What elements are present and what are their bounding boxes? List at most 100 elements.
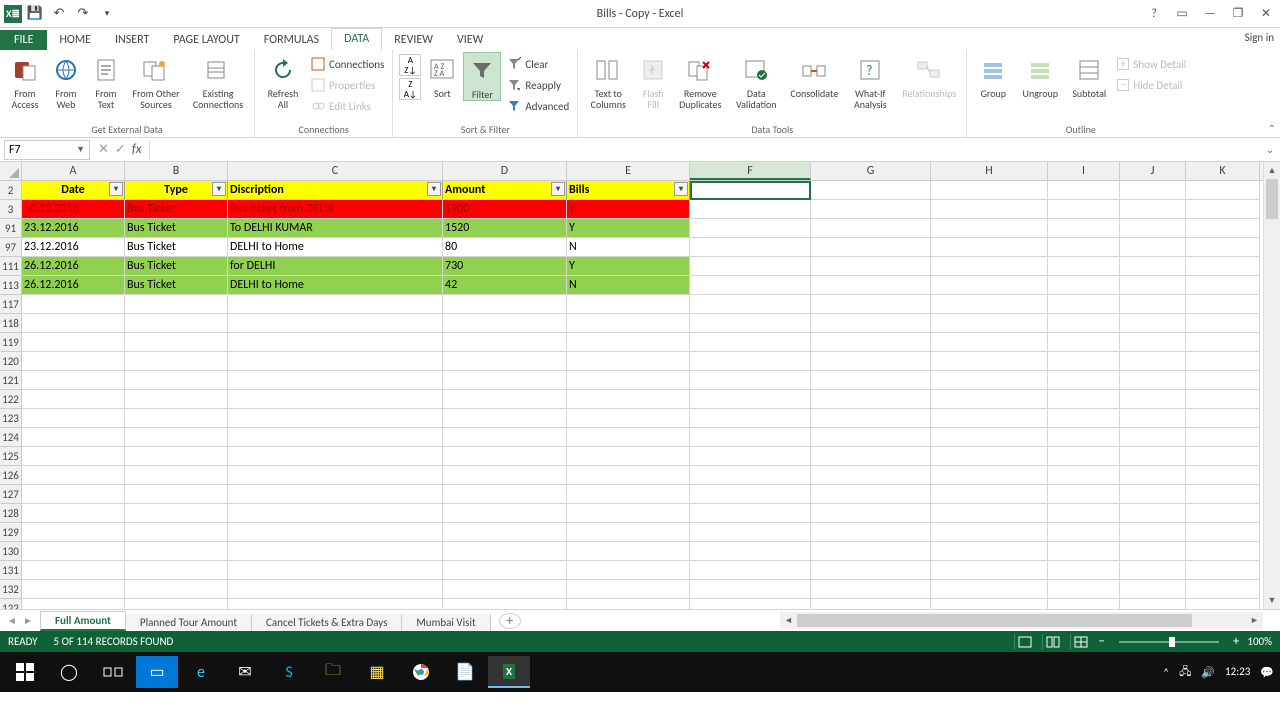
column-header[interactable]: I [1048,162,1120,180]
cell[interactable] [690,219,811,238]
cell[interactable] [931,314,1048,333]
cell[interactable] [690,599,811,609]
cell[interactable] [811,466,931,485]
sign-in-link[interactable]: Sign in [1245,31,1274,44]
cell[interactable] [443,504,567,523]
cell[interactable] [931,238,1048,257]
cell[interactable] [1186,181,1260,200]
cell[interactable] [1120,238,1186,257]
cell[interactable] [931,200,1048,219]
tray-volume-icon[interactable]: 🔊 [1201,666,1215,679]
cell[interactable]: Y [567,219,690,238]
cell[interactable] [690,257,811,276]
taskbar-skype[interactable]: S [268,656,310,688]
cell[interactable] [22,352,125,371]
connections-button[interactable]: Connections [309,54,386,74]
cell[interactable] [125,333,228,352]
cell[interactable] [1048,523,1120,542]
cell[interactable]: Discription▾ [228,181,443,200]
cell[interactable] [125,580,228,599]
minimize-button[interactable]: — [1196,4,1224,24]
cell[interactable]: N [567,276,690,295]
cell[interactable]: Bus Ticket [125,257,228,276]
cell[interactable] [125,561,228,580]
cell[interactable] [931,409,1048,428]
group-button[interactable]: Group [973,52,1013,99]
cell[interactable]: Bus Ticket [125,238,228,257]
hscroll-thumb[interactable] [797,614,1192,627]
cell[interactable]: 23.12.2016 [22,238,125,257]
cell[interactable]: DELHI to Home [228,276,443,295]
cell[interactable] [811,257,931,276]
cell[interactable] [1120,409,1186,428]
cell[interactable] [567,295,690,314]
cell[interactable]: 80 [443,238,567,257]
cell[interactable] [443,599,567,609]
page-layout-view-button[interactable] [1042,634,1062,650]
consolidate-button[interactable]: Consolidate [786,52,842,99]
cell[interactable] [931,485,1048,504]
ribbon-display-options[interactable]: ▭ [1168,4,1196,24]
tab-view[interactable]: VIEW [445,30,495,50]
cell[interactable] [811,428,931,447]
taskbar-mail[interactable]: ✉ [224,656,266,688]
cell[interactable] [1120,542,1186,561]
tab-page-layout[interactable]: PAGE LAYOUT [161,30,251,50]
cells-area[interactable]: Date▾Type▾Discription▾Amount▾Bills▾10.12… [22,181,1280,609]
row-header[interactable]: 131 [0,561,22,580]
cell[interactable] [931,390,1048,409]
cell[interactable] [443,409,567,428]
enter-formula-icon[interactable]: ✓ [115,142,126,157]
column-header[interactable]: J [1120,162,1186,180]
cell[interactable]: Bus Ticket [125,200,228,219]
cell[interactable] [690,466,811,485]
cell[interactable] [228,599,443,609]
new-sheet-button[interactable]: + [499,613,521,629]
cell[interactable] [567,485,690,504]
row-header[interactable]: 119 [0,333,22,352]
cell[interactable] [1048,257,1120,276]
cell[interactable] [125,390,228,409]
scroll-left-button[interactable]: ◄ [780,615,797,626]
cell[interactable]: Bus Ticket [125,219,228,238]
cell[interactable] [228,333,443,352]
cell[interactable] [125,447,228,466]
taskbar-sticky[interactable]: ▦ [356,656,398,688]
cell[interactable] [1120,447,1186,466]
cell[interactable] [125,523,228,542]
cell[interactable] [125,428,228,447]
from-access-button[interactable]: From Access [6,52,44,110]
row-header[interactable]: 133 [0,599,22,609]
cell[interactable] [567,580,690,599]
cell[interactable] [22,447,125,466]
cell[interactable] [1048,352,1120,371]
name-box-dropdown-icon[interactable]: ▼ [76,144,85,155]
cell[interactable] [931,466,1048,485]
cell[interactable] [811,447,931,466]
cell[interactable] [567,428,690,447]
cell[interactable] [228,295,443,314]
cell[interactable] [690,314,811,333]
zoom-out-button[interactable]: − [1098,634,1104,649]
cell[interactable] [22,371,125,390]
cell[interactable] [1048,314,1120,333]
cell[interactable] [228,409,443,428]
redo-button[interactable]: ↷ [72,3,94,25]
row-header[interactable]: 97 [0,238,22,257]
cell[interactable]: 26.12.2016 [22,276,125,295]
cell[interactable] [22,466,125,485]
row-header[interactable]: 118 [0,314,22,333]
cell[interactable] [1120,428,1186,447]
sheet-tab[interactable]: Cancel Tickets & Extra Days [252,614,402,631]
cell[interactable] [811,523,931,542]
cell[interactable] [22,523,125,542]
cell[interactable] [22,485,125,504]
existing-connections-button[interactable]: Existing Connections [188,52,248,110]
row-header[interactable]: 130 [0,542,22,561]
cell[interactable] [931,447,1048,466]
cell[interactable] [567,390,690,409]
cell[interactable] [125,295,228,314]
cell[interactable] [228,561,443,580]
cell[interactable]: Y [567,200,690,219]
cell[interactable] [1186,200,1260,219]
